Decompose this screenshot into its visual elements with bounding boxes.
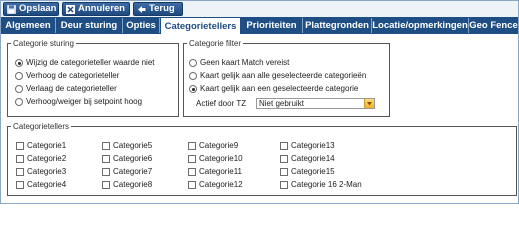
radio-label: Wijzig de categorieteller waarde niet bbox=[26, 58, 155, 67]
checkbox[interactable] bbox=[102, 142, 110, 150]
tab-categorietellers[interactable]: Categorietellers bbox=[160, 17, 241, 34]
floppy-disk-icon bbox=[7, 4, 16, 14]
radio-button[interactable] bbox=[189, 72, 197, 80]
checkbox-categorie3[interactable]: Categorie3 bbox=[16, 167, 66, 177]
tab-geo-fence[interactable]: Geo Fence bbox=[469, 18, 518, 33]
checkbox-label: Categorie11 bbox=[199, 167, 242, 176]
checkbox-categorie12[interactable]: Categorie12 bbox=[188, 180, 243, 190]
radio-button[interactable] bbox=[15, 98, 23, 106]
checkbox[interactable] bbox=[188, 155, 196, 163]
checkbox-label: Categorie5 bbox=[113, 141, 153, 150]
tab-prioriteiten[interactable]: Prioriteiten bbox=[241, 18, 303, 33]
checkbox[interactable] bbox=[16, 181, 24, 189]
radio-alle-categorieen[interactable]: Kaart gelijk aan alle geselecteerde cate… bbox=[189, 71, 366, 81]
radio-button[interactable] bbox=[15, 59, 23, 67]
checkbox-label: Categorie7 bbox=[113, 167, 153, 176]
checkbox-categorie16[interactable]: Categorie 16 2-Man bbox=[280, 180, 362, 190]
checkbox[interactable] bbox=[102, 155, 110, 163]
back-button[interactable]: Terug bbox=[133, 2, 183, 16]
select-value: Niet gebruikt bbox=[259, 99, 304, 108]
checkbox-categorie7[interactable]: Categorie7 bbox=[102, 167, 152, 177]
actief-door-tz-label: Actief door TZ bbox=[196, 99, 247, 108]
checkbox[interactable] bbox=[188, 142, 196, 150]
checkbox-label: Categorie6 bbox=[113, 154, 153, 163]
checkbox[interactable] bbox=[16, 142, 24, 150]
checkbox-categorie8[interactable]: Categorie8 bbox=[102, 180, 152, 190]
checkbox-label: Categorie1 bbox=[27, 141, 67, 150]
checkbox-categorie13[interactable]: Categorie13 bbox=[280, 141, 335, 151]
save-button[interactable]: Opslaan bbox=[3, 2, 59, 16]
checkbox-categorie2[interactable]: Categorie2 bbox=[16, 154, 66, 164]
dropdown-arrow-icon[interactable] bbox=[364, 99, 374, 108]
checkbox[interactable] bbox=[16, 168, 24, 176]
radio-verhoog[interactable]: Verhoog de categorieteller bbox=[15, 71, 119, 81]
categorie-filter-legend: Categorie filter bbox=[189, 39, 242, 48]
checkbox-label: Categorie14 bbox=[291, 154, 335, 163]
radio-button[interactable] bbox=[15, 85, 23, 93]
radio-label: Verlaag de categorieteller bbox=[26, 84, 117, 93]
checkbox[interactable] bbox=[102, 181, 110, 189]
radio-button[interactable] bbox=[189, 59, 197, 67]
checkbox[interactable] bbox=[188, 168, 196, 176]
tab-locatie-opmerkingen[interactable]: Locatie/opmerkingen bbox=[372, 18, 469, 33]
checkbox-label: Categorie 16 2-Man bbox=[291, 180, 362, 189]
tab-deur-sturing[interactable]: Deur sturing bbox=[56, 18, 123, 33]
radio-label: Verhoog/weiger bij setpoint hoog bbox=[26, 97, 143, 106]
actief-door-tz-select[interactable]: Niet gebruikt bbox=[256, 98, 375, 109]
checkbox[interactable] bbox=[280, 142, 288, 150]
radio-label: Kaart gelijk aan alle geselecteerde cate… bbox=[200, 71, 367, 80]
checkbox-categorie15[interactable]: Categorie15 bbox=[280, 167, 335, 177]
radio-verhoog-weiger[interactable]: Verhoog/weiger bij setpoint hoog bbox=[15, 97, 142, 107]
back-label: Terug bbox=[149, 3, 175, 14]
back-arrow-icon bbox=[137, 5, 146, 14]
radio-label: Geen kaart Match vereist bbox=[200, 58, 290, 67]
checkbox-categorie4[interactable]: Categorie4 bbox=[16, 180, 66, 190]
cancel-label: Annuleren bbox=[78, 3, 125, 14]
toolbar: Opslaan Annuleren Terug bbox=[1, 1, 518, 17]
checkbox-label: Categorie9 bbox=[199, 141, 239, 150]
checkbox-label: Categorie13 bbox=[291, 141, 335, 150]
checkbox-label: Categorie15 bbox=[291, 167, 335, 176]
checkbox[interactable] bbox=[16, 155, 24, 163]
radio-label: Kaart gelijk aan een geselecteerde categ… bbox=[200, 84, 359, 93]
radio-wijzig-niet[interactable]: Wijzig de categorieteller waarde niet bbox=[15, 58, 155, 68]
checkbox-categorie9[interactable]: Categorie9 bbox=[188, 141, 238, 151]
checkbox-label: Categorie12 bbox=[199, 180, 243, 189]
checkbox-categorie11[interactable]: Categorie11 bbox=[188, 167, 242, 177]
tab-content: Categorie sturing Wijzig de categorietel… bbox=[1, 34, 518, 202]
tab-bar: Algemeen Deur sturing Opties Categoriete… bbox=[1, 17, 518, 34]
radio-een-categorie[interactable]: Kaart gelijk aan een geselecteerde categ… bbox=[189, 84, 358, 94]
categorietellers-group: Categorietellers bbox=[7, 122, 517, 196]
radio-geen-match[interactable]: Geen kaart Match vereist bbox=[189, 58, 289, 68]
cancel-button[interactable]: Annuleren bbox=[62, 2, 130, 16]
save-label: Opslaan bbox=[19, 3, 57, 14]
checkbox-categorie5[interactable]: Categorie5 bbox=[102, 141, 152, 151]
checkbox-label: Categorie3 bbox=[27, 167, 67, 176]
radio-label: Verhoog de categorieteller bbox=[26, 71, 120, 80]
checkbox-label: Categorie10 bbox=[199, 154, 243, 163]
categorietellers-legend: Categorietellers bbox=[13, 122, 70, 131]
radio-verlaag[interactable]: Verlaag de categorieteller bbox=[15, 84, 117, 94]
cancel-icon bbox=[66, 4, 75, 14]
checkbox-categorie10[interactable]: Categorie10 bbox=[188, 154, 243, 164]
checkbox-label: Categorie2 bbox=[27, 154, 67, 163]
tab-algemeen[interactable]: Algemeen bbox=[1, 18, 56, 33]
categorie-sturing-legend: Categorie sturing bbox=[13, 39, 74, 48]
checkbox[interactable] bbox=[280, 155, 288, 163]
checkbox-categorie1[interactable]: Categorie1 bbox=[16, 141, 66, 151]
checkbox[interactable] bbox=[280, 168, 288, 176]
checkbox[interactable] bbox=[280, 181, 288, 189]
radio-button[interactable] bbox=[15, 72, 23, 80]
tab-opties[interactable]: Opties bbox=[123, 18, 160, 33]
radio-button[interactable] bbox=[189, 85, 197, 93]
checkbox-categorie6[interactable]: Categorie6 bbox=[102, 154, 152, 164]
checkbox-label: Categorie8 bbox=[113, 180, 153, 189]
checkbox[interactable] bbox=[102, 168, 110, 176]
tab-plattegronden[interactable]: Plattegronden bbox=[303, 18, 372, 33]
checkbox-categorie14[interactable]: Categorie14 bbox=[280, 154, 335, 164]
checkbox[interactable] bbox=[188, 181, 196, 189]
checkbox-label: Categorie4 bbox=[27, 180, 67, 189]
